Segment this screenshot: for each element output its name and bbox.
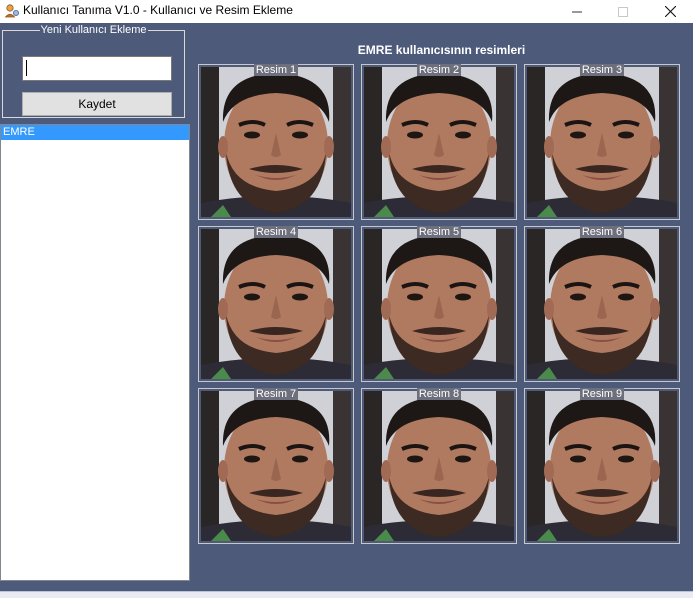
minimize-icon: [572, 11, 582, 12]
image-label-text: Resim 1: [253, 64, 299, 76]
image-label-2: Resim 2: [362, 64, 516, 76]
save-button[interactable]: Kaydet: [22, 92, 172, 116]
text-caret: [26, 60, 27, 76]
minimize-button[interactable]: [554, 0, 600, 23]
username-input[interactable]: [22, 56, 172, 81]
title-bar[interactable]: Kullanıcı Tanıma V1.0 - Kullanıcı ve Res…: [0, 0, 693, 23]
maximize-button[interactable]: [600, 0, 646, 23]
close-icon: [664, 6, 676, 17]
user-photo: [201, 229, 351, 379]
new-user-group: Yeni Kullanıcı Ekleme Kaydet: [2, 24, 185, 118]
client-area: Yeni Kullanıcı Ekleme Kaydet EMRE EMRE k…: [0, 23, 693, 591]
image-frame-8[interactable]: Resim 8: [361, 388, 517, 544]
user-photo: [527, 391, 677, 541]
gallery-title: EMRE kullanıcısının resimleri: [357, 43, 526, 57]
image-label-text: Resim 9: [579, 388, 625, 400]
user-photo: [527, 67, 677, 217]
image-frame-9[interactable]: Resim 9: [524, 388, 680, 544]
image-label-text: Resim 3: [579, 64, 625, 76]
image-label-3: Resim 3: [525, 64, 679, 76]
list-item-emre[interactable]: EMRE: [1, 125, 189, 140]
image-label-5: Resim 5: [362, 226, 516, 238]
image-label-9: Resim 9: [525, 388, 679, 400]
new-user-group-title: Yeni Kullanıcı Ekleme: [3, 23, 184, 37]
app-icon: [4, 4, 19, 18]
image-frame-6[interactable]: Resim 6: [524, 226, 680, 382]
user-photo: [527, 229, 677, 379]
image-frame-1[interactable]: Resim 1: [198, 64, 354, 220]
user-photo: [201, 391, 351, 541]
image-label-6: Resim 6: [525, 226, 679, 238]
image-frame-3[interactable]: Resim 3: [524, 64, 680, 220]
image-label-text: Resim 2: [416, 64, 462, 76]
image-frame-7[interactable]: Resim 7: [198, 388, 354, 544]
image-label-4: Resim 4: [199, 226, 353, 238]
image-label-1: Resim 1: [199, 64, 353, 76]
image-label-text: Resim 6: [579, 226, 625, 238]
image-label-text: Resim 7: [253, 388, 299, 400]
user-list[interactable]: EMRE: [0, 124, 190, 581]
close-button[interactable]: [647, 0, 693, 23]
user-photo: [201, 67, 351, 217]
image-label-text: Resim 5: [416, 226, 462, 238]
image-frame-5[interactable]: Resim 5: [361, 226, 517, 382]
user-photo: [364, 229, 514, 379]
new-user-group-label: Yeni Kullanıcı Ekleme: [39, 24, 148, 36]
window-title: Kullanıcı Tanıma V1.0 - Kullanıcı ve Res…: [23, 3, 293, 17]
user-photo: [364, 67, 514, 217]
image-label-text: Resim 4: [253, 226, 299, 238]
image-frame-4[interactable]: Resim 4: [198, 226, 354, 382]
image-label-7: Resim 7: [199, 388, 353, 400]
image-label-8: Resim 8: [362, 388, 516, 400]
image-label-text: Resim 8: [416, 388, 462, 400]
user-photo: [364, 391, 514, 541]
image-frame-2[interactable]: Resim 2: [361, 64, 517, 220]
maximize-icon: [618, 6, 628, 17]
